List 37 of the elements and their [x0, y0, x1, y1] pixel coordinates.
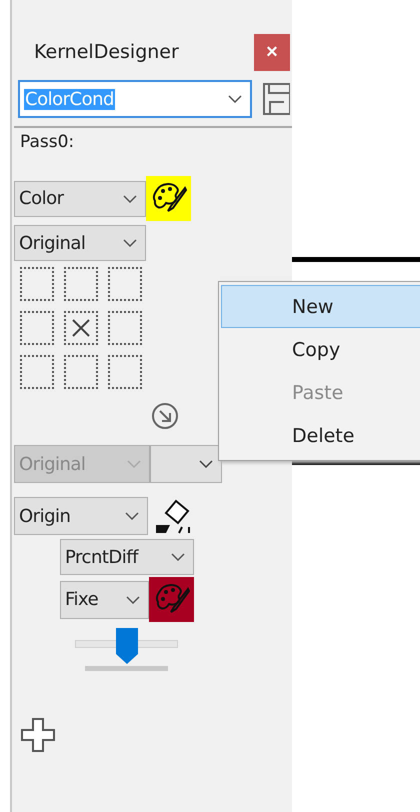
channel-dropdown[interactable]: Color	[14, 180, 146, 216]
menu-item[interactable]: New	[221, 285, 420, 328]
kernel-cell[interactable]	[64, 355, 98, 389]
chevron-icon	[125, 512, 139, 520]
chevron-icon	[123, 194, 137, 202]
mode-dropdown[interactable]: Fixe	[60, 580, 149, 618]
chevron-icon	[126, 596, 140, 604]
window-title: KernelDesigner	[34, 41, 179, 63]
kernel-cell[interactable]	[20, 267, 54, 301]
kernel-cell[interactable]	[108, 355, 142, 389]
blend-dropdown[interactable]: Origin	[14, 497, 148, 535]
save-icon[interactable]	[262, 82, 290, 116]
chevron-icon	[199, 460, 213, 468]
chevron-icon	[127, 460, 141, 468]
chevron-icon	[228, 95, 242, 103]
plus-icon[interactable]	[20, 717, 56, 753]
cross-icon	[71, 318, 91, 338]
menu-item[interactable]: Delete	[221, 414, 420, 457]
arrow-circle-icon[interactable]	[150, 401, 180, 431]
palette-swatch[interactable]	[149, 577, 194, 622]
diff-dropdown[interactable]: PrcntDiff	[60, 539, 194, 575]
close-button[interactable]: ×	[254, 34, 290, 70]
pass-label: Pass0:	[19, 132, 76, 152]
slider-thumb[interactable]	[116, 628, 138, 664]
kernel-name: ColorCond	[24, 88, 115, 110]
menu-item[interactable]: Copy	[221, 328, 420, 371]
kernel-cell[interactable]	[64, 311, 98, 345]
kernel-cell[interactable]	[108, 311, 142, 345]
slider[interactable]	[75, 628, 178, 664]
kernel-cell[interactable]	[20, 311, 54, 345]
kernel-cell[interactable]	[108, 267, 142, 301]
chevron-icon	[171, 553, 185, 561]
chevron-icon	[123, 239, 137, 247]
palette-swatch[interactable]	[146, 176, 191, 221]
kernel-cell[interactable]	[64, 267, 98, 301]
source-dropdown[interactable]: Original	[14, 225, 146, 261]
kernel-cell[interactable]	[20, 355, 54, 389]
